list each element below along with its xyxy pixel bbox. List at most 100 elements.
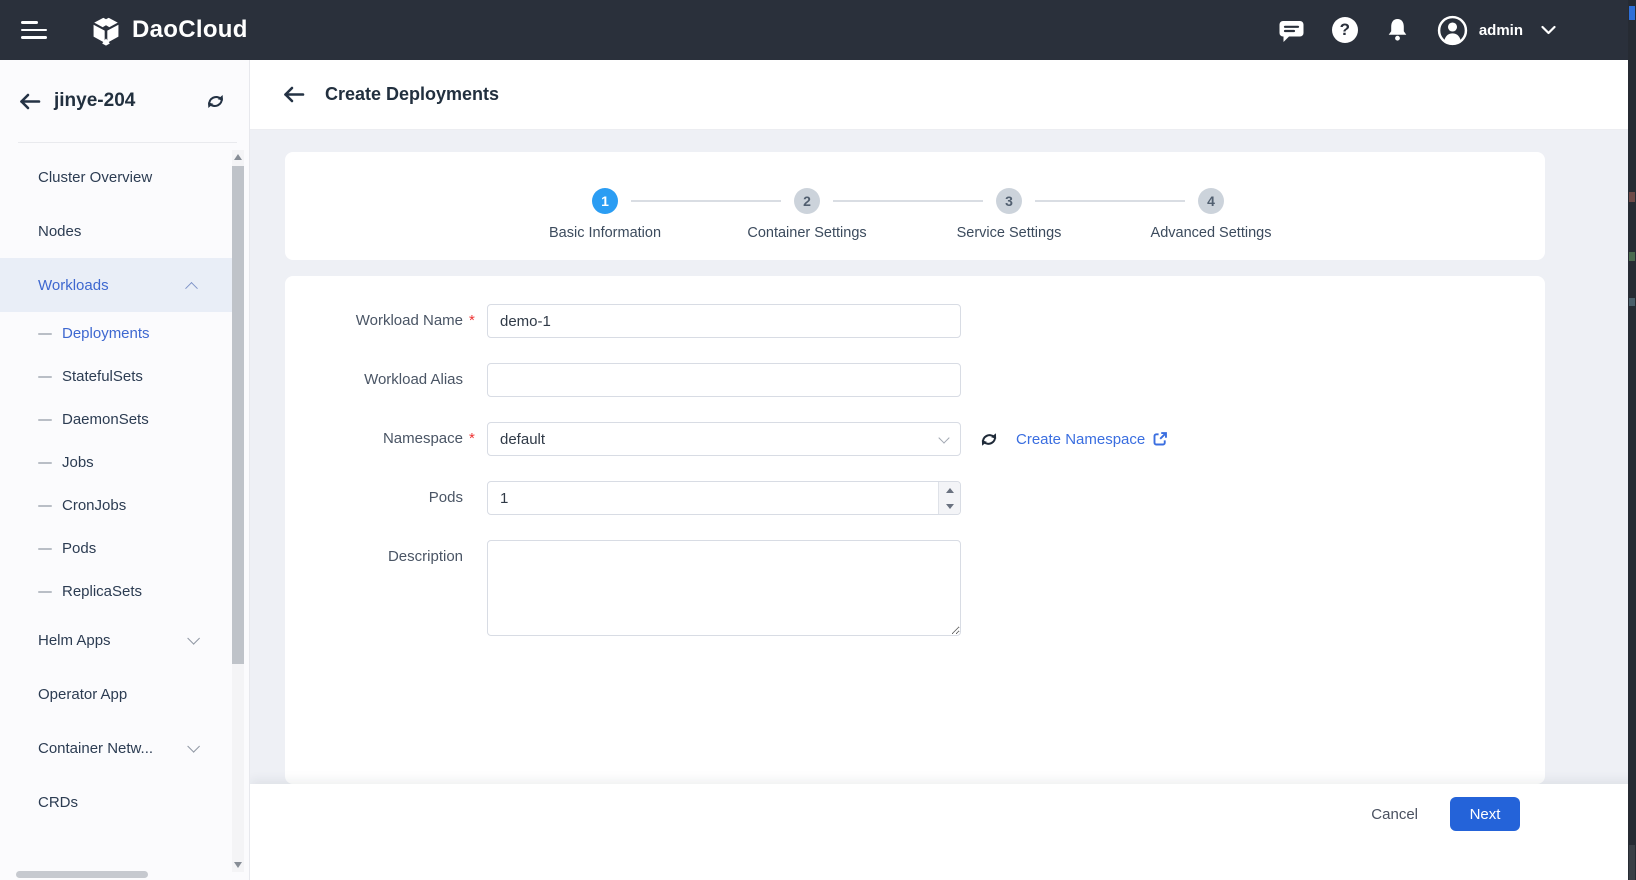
sidebar-item-label: Nodes [38, 223, 81, 240]
avatar-icon [1437, 15, 1468, 46]
page-title: Create Deployments [325, 84, 499, 105]
sidebar-item-label: DaemonSets [62, 411, 149, 428]
sidebar-item-cluster-overview[interactable]: Cluster Overview [0, 150, 236, 204]
scroll-down-arrow[interactable] [234, 862, 242, 868]
sidebar-item-deployments[interactable]: Deployments [0, 312, 236, 355]
brand-logo[interactable]: DaoCloud [89, 14, 248, 46]
sidebar-item-label: ReplicaSets [62, 583, 142, 600]
create-namespace-link[interactable]: Create Namespace [1016, 430, 1169, 448]
messages-icon[interactable] [1278, 18, 1305, 43]
refresh-namespaces-icon[interactable] [978, 429, 1000, 450]
required-marker: * [463, 422, 487, 456]
stepper-down-button[interactable] [939, 498, 960, 514]
sidebar-item-daemonsets[interactable]: DaemonSets [0, 398, 236, 441]
sidebar-item-pods[interactable]: Pods [0, 527, 236, 570]
sidebar-item-crds[interactable]: CRDs [0, 775, 236, 829]
back-arrow-icon[interactable] [18, 93, 41, 110]
stepper-up-button[interactable] [939, 482, 960, 498]
namespace-row: Namespace * default [285, 422, 1545, 456]
workload-alias-input[interactable] [487, 363, 961, 397]
background-window-sliver [1628, 0, 1636, 880]
cancel-button[interactable]: Cancel [1361, 797, 1428, 831]
chevron-down-icon [187, 740, 200, 753]
sidebar-item-label: Container Netw... [38, 740, 153, 757]
form-footer: Cancel Next [250, 784, 1636, 880]
main-area: Create Deployments 1 Basic Information 2… [250, 60, 1636, 880]
username: admin [1479, 22, 1523, 39]
top-bar-actions: ? admin [1278, 15, 1556, 46]
sidebar-item-label: Cluster Overview [38, 169, 152, 186]
sidebar-item-operator-app[interactable]: Operator App [0, 667, 236, 721]
brand-name: DaoCloud [132, 16, 248, 44]
create-namespace-label: Create Namespace [1016, 431, 1145, 448]
pods-stepper [938, 482, 960, 514]
scrollbar-thumb[interactable] [232, 166, 244, 664]
step-container-settings[interactable]: 2 Container Settings [707, 188, 907, 241]
next-button[interactable]: Next [1450, 797, 1520, 831]
namespace-label: Namespace [285, 422, 463, 456]
sidebar-nav: Cluster Overview Nodes Workloads Deploym… [0, 150, 236, 868]
sidebar: jinye-204 Cluster Overview Nodes Workloa… [0, 60, 250, 880]
sidebar-item-container-network[interactable]: Container Netw... [0, 721, 236, 775]
sidebar-item-helm-apps[interactable]: Helm Apps [0, 613, 236, 667]
step-label: Service Settings [909, 225, 1109, 241]
stepper-card: 1 Basic Information 2 Container Settings… [285, 152, 1545, 260]
sidebar-vertical-scrollbar[interactable] [232, 150, 244, 872]
account-menu[interactable]: admin [1437, 15, 1556, 46]
sidebar-item-nodes[interactable]: Nodes [0, 204, 236, 258]
sidebar-item-label: StatefulSets [62, 368, 143, 385]
sidebar-item-label: Pods [62, 540, 96, 557]
workload-alias-row: Workload Alias [285, 363, 1545, 397]
sidebar-header: jinye-204 [0, 60, 249, 142]
sidebar-item-cronjobs[interactable]: CronJobs [0, 484, 236, 527]
dash-icon [38, 462, 52, 464]
namespace-extras: Create Namespace [978, 429, 1169, 450]
content: 1 Basic Information 2 Container Settings… [250, 130, 1636, 784]
workload-name-input[interactable] [487, 304, 961, 338]
page-header: Create Deployments [250, 60, 1636, 130]
basic-information-form: Workload Name * Workload Alias Namespace… [285, 276, 1545, 784]
sidebar-horizontal-scrollbar[interactable] [16, 871, 148, 878]
description-row: Description [285, 540, 1545, 641]
step-advanced-settings[interactable]: 4 Advanced Settings [1111, 188, 1311, 241]
step-label: Advanced Settings [1111, 225, 1311, 241]
back-arrow-icon[interactable] [282, 86, 305, 103]
chevron-down-icon [938, 432, 949, 443]
pods-row: Pods [285, 481, 1545, 515]
dash-icon [38, 591, 52, 593]
step-label: Container Settings [707, 225, 907, 241]
switch-cluster-icon[interactable] [204, 91, 227, 112]
notifications-bell-icon[interactable] [1385, 17, 1410, 43]
help-icon[interactable]: ? [1332, 17, 1358, 43]
description-label: Description [285, 540, 463, 574]
chevron-down-icon [1541, 25, 1556, 35]
description-textarea[interactable] [487, 540, 961, 636]
required-marker: * [463, 304, 487, 338]
sidebar-item-label: Helm Apps [38, 632, 111, 649]
chevron-down-icon [187, 632, 200, 645]
dash-icon [38, 419, 52, 421]
step-service-settings[interactable]: 3 Service Settings [909, 188, 1109, 241]
help-glyph: ? [1340, 20, 1350, 40]
sidebar-item-statefulsets[interactable]: StatefulSets [0, 355, 236, 398]
pods-label: Pods [285, 481, 463, 515]
sidebar-item-workloads[interactable]: Workloads [0, 258, 236, 312]
pods-input[interactable] [487, 481, 961, 515]
sidebar-item-jobs[interactable]: Jobs [0, 441, 236, 484]
daocloud-cube-icon [89, 14, 123, 46]
namespace-selected-value: default [500, 431, 545, 448]
step-label: Basic Information [505, 225, 705, 241]
namespace-select[interactable]: default [487, 422, 961, 456]
hamburger-menu-icon[interactable] [21, 21, 47, 39]
sidebar-item-replicasets[interactable]: ReplicaSets [0, 570, 236, 613]
step-number: 1 [592, 188, 618, 214]
step-basic-information[interactable]: 1 Basic Information [505, 188, 705, 241]
external-link-icon [1151, 430, 1169, 448]
workload-name-row: Workload Name * [285, 304, 1545, 338]
sidebar-divider [18, 142, 237, 143]
scroll-up-arrow[interactable] [234, 154, 242, 160]
sidebar-item-label: CronJobs [62, 497, 126, 514]
workload-name-label: Workload Name [285, 304, 463, 338]
sidebar-item-label: Deployments [62, 325, 150, 342]
step-number: 4 [1198, 188, 1224, 214]
